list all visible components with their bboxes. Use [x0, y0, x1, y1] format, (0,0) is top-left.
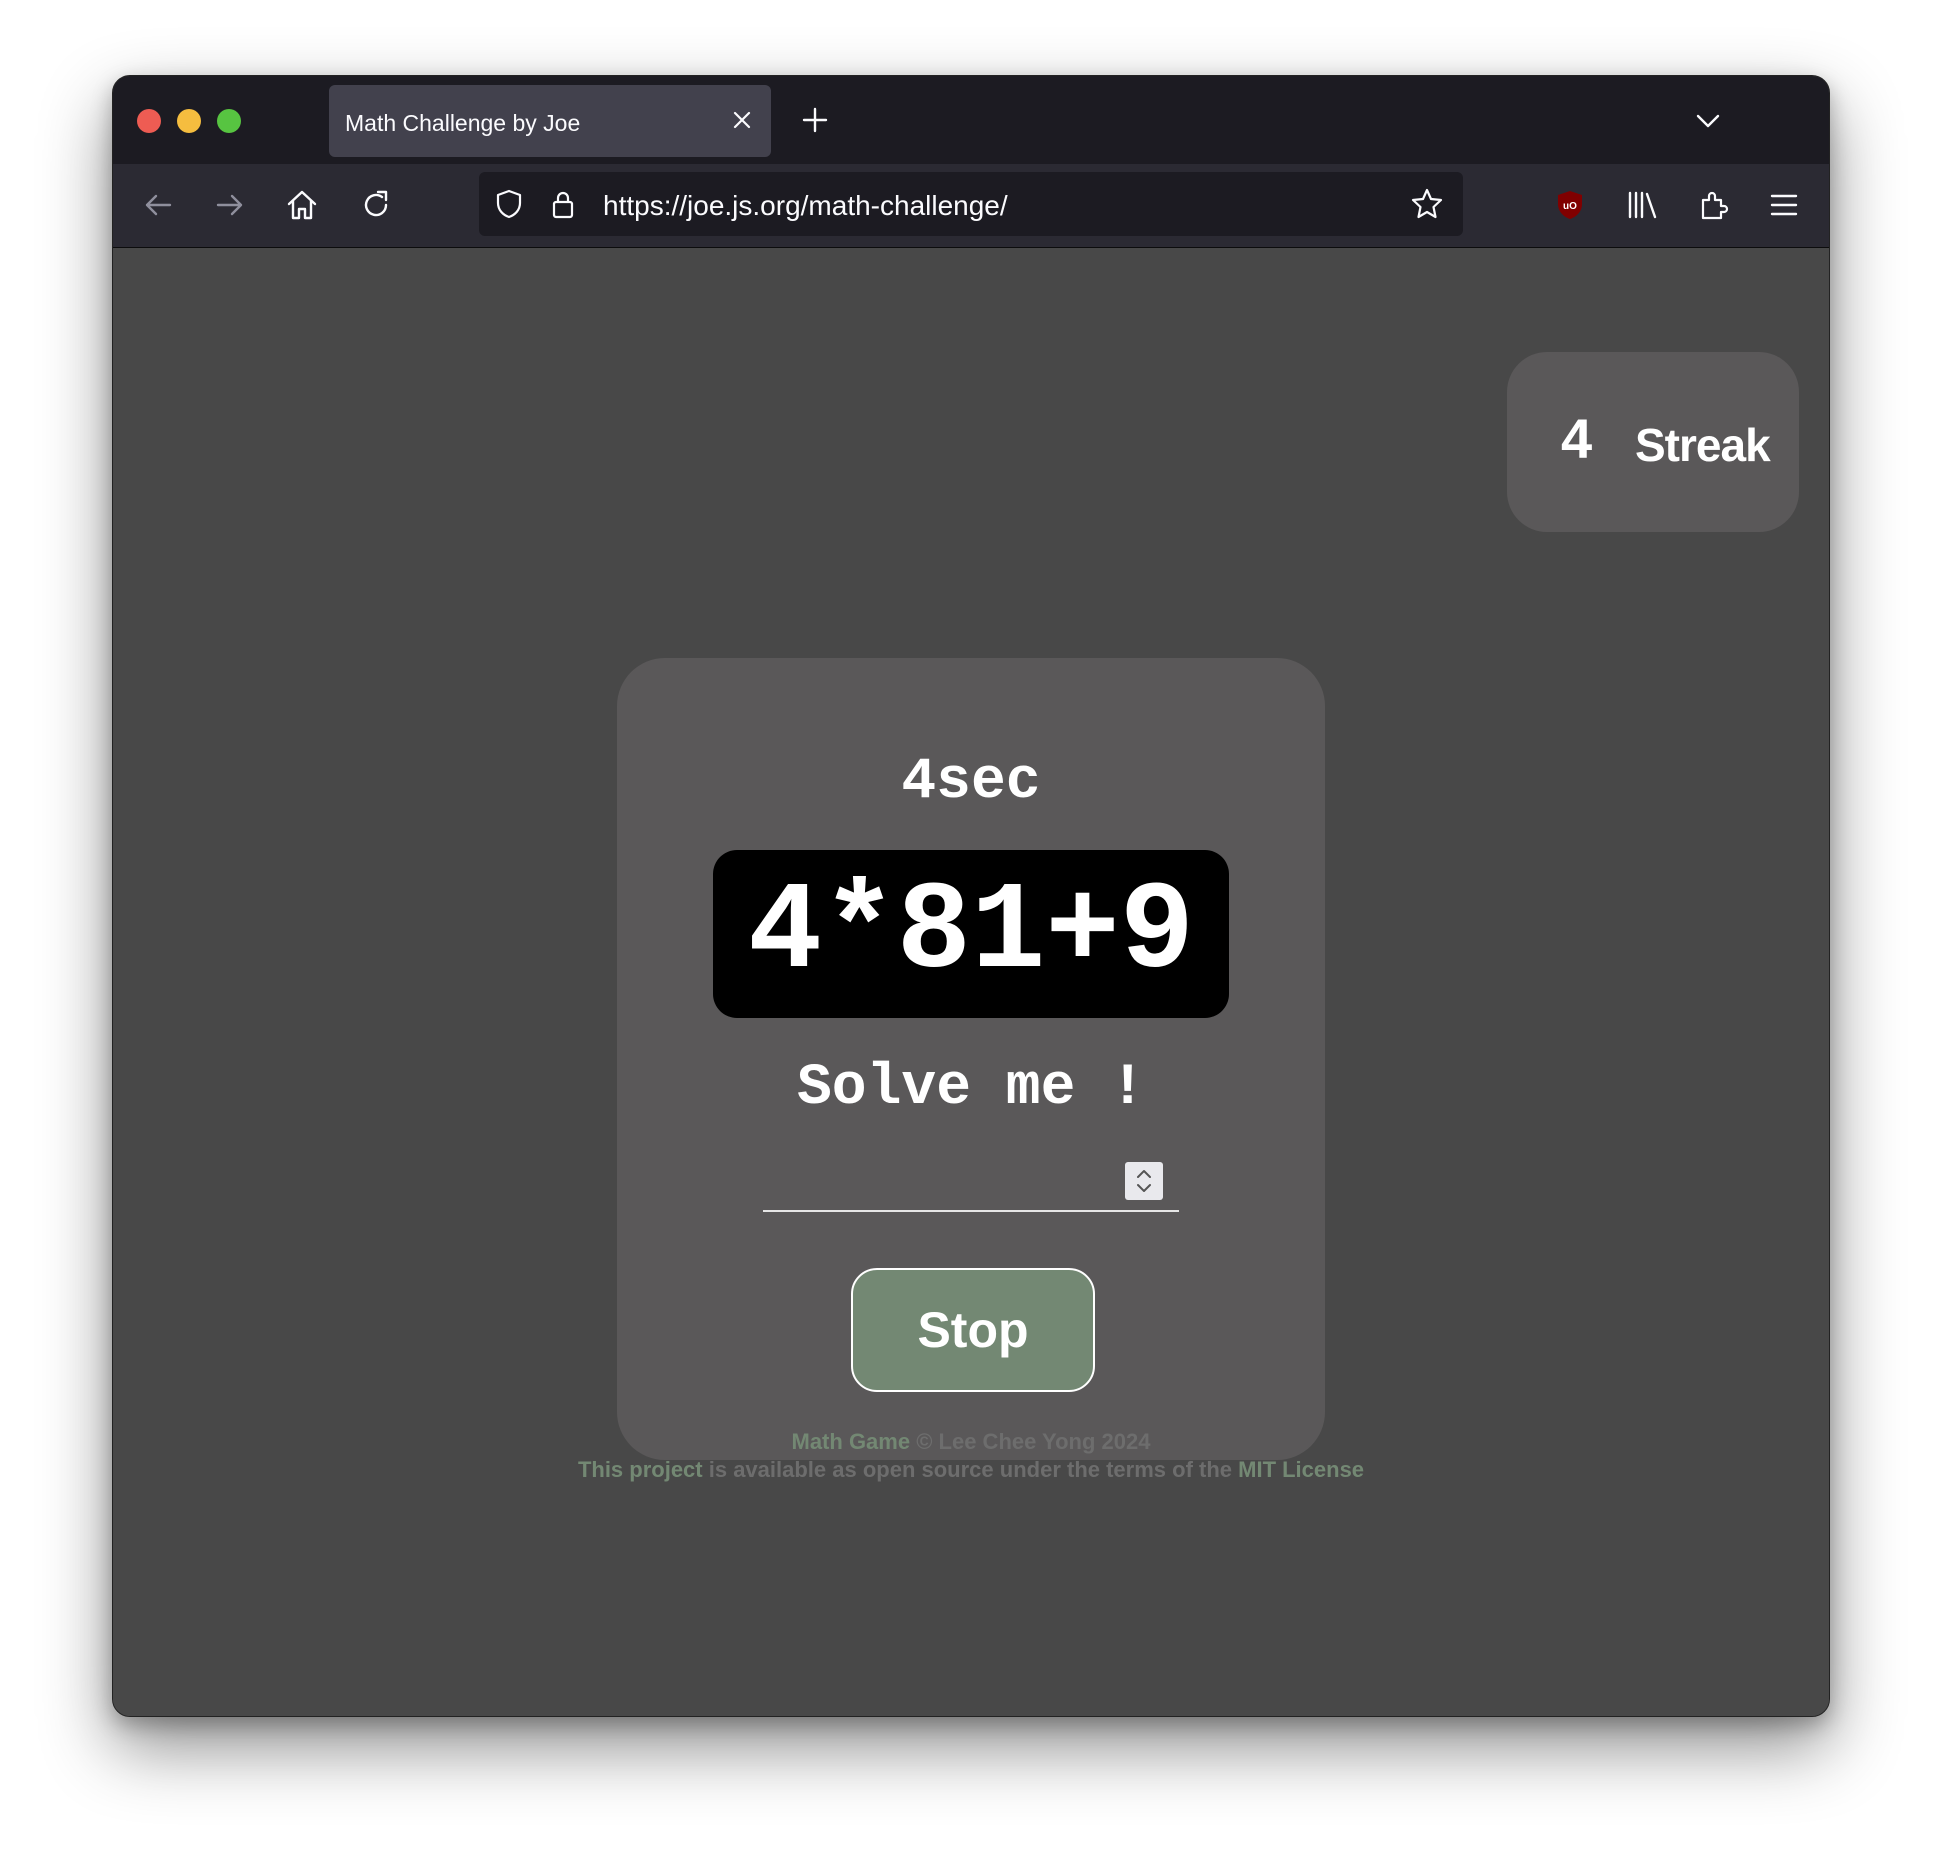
- page-content: 4 Streak 4sec 4*81+9 Solve me ! Stop Mat…: [113, 248, 1829, 1716]
- address-bar[interactable]: https://joe.js.org/math-challenge/: [479, 172, 1463, 236]
- library-icon[interactable]: [1623, 186, 1661, 224]
- streak-count: 4: [1561, 407, 1593, 470]
- countdown-timer: 4sec: [901, 750, 1041, 815]
- stop-button[interactable]: Stop: [851, 1268, 1095, 1392]
- zoom-window-button[interactable]: [217, 109, 241, 133]
- license-text: is available as open source under the te…: [702, 1457, 1239, 1482]
- solve-prompt: Solve me !: [796, 1056, 1146, 1121]
- bookmark-star-icon[interactable]: [1409, 186, 1445, 222]
- reload-icon[interactable]: [357, 186, 395, 224]
- extensions-puzzle-icon[interactable]: [1695, 186, 1733, 224]
- copyright-text: © Lee Chee Yong 2024: [910, 1429, 1151, 1454]
- url-text[interactable]: https://joe.js.org/math-challenge/: [603, 190, 1008, 222]
- chevron-down-icon[interactable]: [1693, 106, 1723, 136]
- home-icon[interactable]: [283, 186, 321, 224]
- streak-badge: 4 Streak: [1507, 352, 1799, 532]
- minimize-window-button[interactable]: [177, 109, 201, 133]
- nav-toolbar: https://joe.js.org/math-challenge/ uO: [113, 164, 1829, 248]
- hamburger-menu-icon[interactable]: [1765, 186, 1803, 224]
- answer-input[interactable]: [763, 1152, 1179, 1212]
- tab-strip: Math Challenge by Joe: [113, 76, 1829, 164]
- number-spinner-icon[interactable]: [1125, 1162, 1163, 1200]
- math-game-link[interactable]: Math Game: [792, 1429, 911, 1454]
- close-window-button[interactable]: [137, 109, 161, 133]
- lock-icon[interactable]: [545, 186, 581, 222]
- streak-label: Streak: [1635, 419, 1771, 471]
- svg-text:uO: uO: [1563, 201, 1577, 212]
- browser-window: Math Challenge by Joe https://joe.js.org…: [112, 75, 1830, 1717]
- tab-title: Math Challenge by Joe: [345, 110, 581, 136]
- math-problem: 4*81+9: [713, 850, 1229, 1018]
- active-tab[interactable]: Math Challenge by Joe: [329, 85, 771, 157]
- ublock-shield-icon[interactable]: uO: [1551, 186, 1589, 224]
- game-card: 4sec 4*81+9 Solve me ! Stop: [617, 658, 1325, 1460]
- new-tab-plus-icon[interactable]: [799, 104, 831, 136]
- shield-icon[interactable]: [491, 186, 527, 222]
- page-footer: Math Game © Lee Chee Yong 2024 This proj…: [113, 1428, 1829, 1484]
- mit-license-link[interactable]: MIT License: [1238, 1457, 1364, 1482]
- close-icon[interactable]: [729, 107, 755, 133]
- project-link[interactable]: This project: [578, 1457, 703, 1482]
- forward-arrow-icon[interactable]: [211, 186, 249, 224]
- back-arrow-icon[interactable]: [139, 186, 177, 224]
